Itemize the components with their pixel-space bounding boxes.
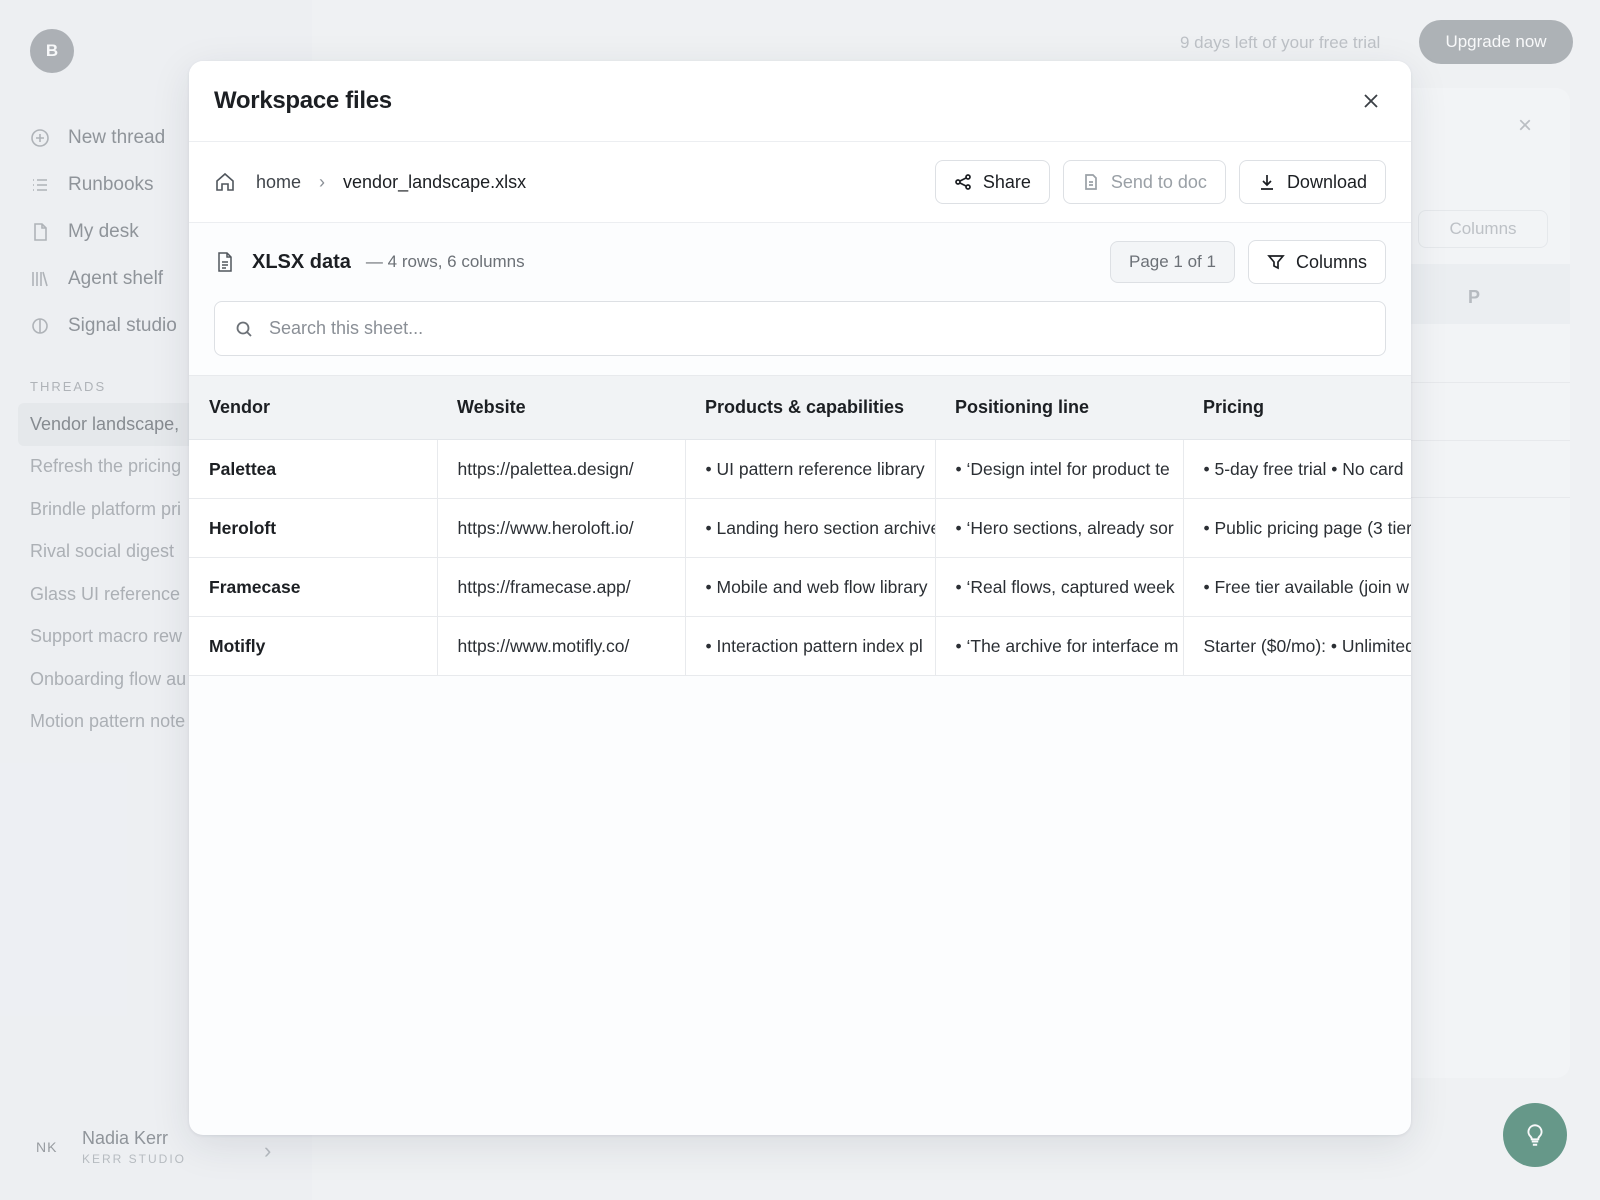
data-title: XLSX data — 4 rows, 6 columns [214, 251, 525, 274]
table-cell-pricing: • Public pricing page (3 tiers) [1183, 498, 1411, 558]
column-header[interactable]: Vendor [189, 375, 437, 440]
table-row[interactable]: Heroloft https://www.heroloft.io/ • Land… [189, 498, 1411, 558]
data-actions: Page 1 of 1 Columns [1110, 240, 1386, 284]
table-cell-website: https://palettea.design/ [437, 439, 686, 499]
download-icon [1260, 175, 1273, 190]
search-wrapper [189, 301, 1411, 356]
table-header-row: Vendor Website Products & capabilities P… [189, 375, 1411, 440]
send-to-doc-label: Send to doc [1110, 171, 1207, 192]
column-header[interactable]: Pricing [1183, 375, 1411, 440]
share-label: Share [982, 171, 1031, 192]
table-cell-vendor: Heroloft [189, 498, 438, 558]
filter-icon [1267, 255, 1285, 270]
table-cell-products: • UI pattern reference library [685, 439, 936, 499]
column-header[interactable]: Products & capabilities [685, 375, 935, 440]
workspace-files-modal: Workspace files home › vendor_landscape.… [189, 61, 1411, 1135]
table-cell-pricing: • Free tier available (join w [1183, 557, 1411, 617]
table-cell-website: https://www.heroloft.io/ [437, 498, 686, 558]
chevron-right-icon: › [319, 171, 326, 192]
search-box[interactable] [214, 301, 1386, 356]
file-actions: Share Send to doc Download [934, 160, 1386, 204]
modal-header: Workspace files [189, 61, 1411, 142]
table-row[interactable]: Motifly https://www.motifly.co/ • Intera… [189, 616, 1411, 676]
data-table-container[interactable]: Vendor Website Products & capabilities P… [189, 375, 1411, 676]
search-input[interactable] [269, 318, 1365, 339]
table-row[interactable]: Palettea https://palettea.design/ • UI p… [189, 439, 1411, 499]
breadcrumb: home › vendor_landscape.xlsx [214, 171, 526, 193]
spreadsheet-file-icon [218, 252, 232, 272]
share-icon [954, 174, 971, 190]
search-icon [236, 321, 252, 337]
download-button[interactable]: Download [1238, 160, 1386, 204]
data-header: XLSX data — 4 rows, 6 columns Page 1 of … [189, 223, 1411, 301]
table-cell-products: • Landing hero section archive [685, 498, 936, 558]
file-toolbar: home › vendor_landscape.xlsx Share Send … [189, 142, 1411, 223]
modal-title: Workspace files [214, 87, 392, 114]
table-cell-vendor: Motifly [189, 616, 438, 676]
table-cell-positioning: • ‘The archive for interface m [935, 616, 1184, 676]
table-cell-pricing: Starter ($0/mo): • Unlimited [1183, 616, 1411, 676]
column-header[interactable]: Positioning line [935, 375, 1183, 440]
share-button[interactable]: Share [934, 160, 1050, 204]
table-cell-website: https://framecase.app/ [437, 557, 686, 617]
table-cell-pricing: • 5-day free trial • No card [1183, 439, 1411, 499]
table-cell-vendor: Framecase [189, 557, 438, 617]
table-cell-products: • Mobile and web flow library [685, 557, 936, 617]
data-meta: — 4 rows, 6 columns [365, 252, 525, 271]
document-icon [1085, 174, 1097, 190]
table-cell-products: • Interaction pattern index pl [685, 616, 936, 676]
column-header[interactable]: Website [437, 375, 685, 440]
table-row[interactable]: Framecase https://framecase.app/ • Mobil… [189, 557, 1411, 617]
data-table: Vendor Website Products & capabilities P… [189, 375, 1411, 676]
columns-button[interactable]: Columns [1247, 240, 1386, 284]
data-name: XLSX data [252, 250, 351, 273]
table-cell-positioning: • ‘Design intel for product te [935, 439, 1184, 499]
table-cell-vendor: Palettea [189, 439, 438, 499]
close-button[interactable] [1356, 86, 1386, 116]
page-indicator: Page 1 of 1 [1110, 241, 1235, 283]
send-to-doc-button[interactable]: Send to doc [1062, 160, 1226, 204]
table-cell-positioning: • ‘Hero sections, already sor [935, 498, 1184, 558]
columns-label: Columns [1295, 251, 1367, 272]
table-cell-positioning: • ‘Real flows, captured week [935, 557, 1184, 617]
home-icon[interactable] [214, 171, 236, 193]
table-cell-website: https://www.motifly.co/ [437, 616, 686, 676]
close-icon [1364, 94, 1378, 108]
breadcrumb-home[interactable]: home [256, 172, 301, 193]
download-label: Download [1286, 171, 1367, 192]
breadcrumb-current-file: vendor_landscape.xlsx [343, 171, 527, 192]
